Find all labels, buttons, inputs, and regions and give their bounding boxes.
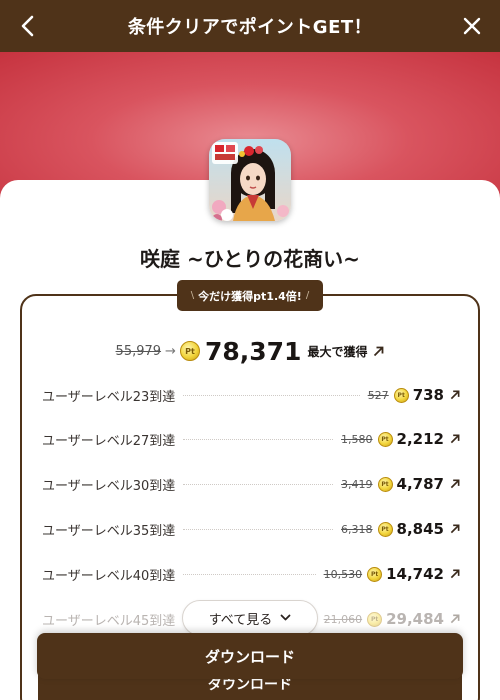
close-button[interactable] — [452, 6, 492, 46]
point-coin-icon: Pt — [367, 611, 383, 627]
flower-girl-icon — [209, 139, 291, 221]
point-coin-icon: Pt — [377, 521, 393, 537]
bonus-badge: \ 今だけ獲得pt1.4倍! / — [177, 280, 323, 311]
task-old-points: 3,419 — [341, 477, 373, 491]
task-label: ユーザーレベル40到達 — [42, 568, 176, 584]
task-old-points: 21,060 — [323, 612, 363, 626]
dotted-leader — [183, 573, 316, 575]
task-new-points: 14,742 — [386, 565, 444, 583]
task-new-points: 29,484 — [386, 610, 444, 628]
task-new-points: 2,212 — [396, 430, 444, 448]
header-bar: 条件クリアでポイントGET！ — [0, 0, 500, 52]
max-old-value: 55,979 — [115, 343, 162, 359]
max-reward-row[interactable]: 55,979 → Pt 78,371 最大で獲得 — [0, 336, 500, 366]
task-old-points: 527 — [367, 388, 389, 402]
back-button[interactable] — [8, 6, 48, 46]
task-label: ユーザーレベル27到達 — [42, 433, 176, 449]
task-new-points: 8,845 — [396, 520, 444, 538]
point-coin-icon: Pt — [179, 341, 200, 361]
badge-left-deco: \ — [190, 290, 195, 301]
point-coin-icon: Pt — [377, 476, 393, 492]
task-label: ユーザーレベル23到達 — [42, 389, 176, 405]
see-all-button[interactable]: すべて見る — [182, 600, 318, 636]
point-coin-icon: Pt — [367, 566, 383, 582]
app-icon — [209, 139, 291, 221]
chevron-left-icon — [21, 15, 34, 37]
download-button[interactable]: ダウンロード — [37, 633, 463, 679]
external-arrow-icon — [374, 346, 384, 356]
chevron-down-icon — [280, 614, 291, 621]
external-arrow-icon — [450, 524, 460, 534]
external-arrow-icon — [450, 434, 460, 444]
external-arrow-icon — [450, 479, 460, 489]
dotted-leader — [183, 394, 360, 396]
task-row[interactable]: ユーザーレベル23到達 527 Pt 738 — [42, 381, 460, 409]
point-coin-icon: Pt — [393, 387, 409, 403]
task-new-points: 738 — [412, 386, 444, 404]
task-row[interactable]: ユーザーレベル30到達 3,419 Pt 4,787 — [42, 470, 460, 498]
see-all-label: すべて見る — [208, 612, 273, 628]
external-arrow-icon — [450, 614, 460, 624]
dotted-leader — [183, 483, 334, 485]
dotted-leader — [183, 438, 334, 440]
task-old-points: 6,318 — [341, 522, 373, 536]
task-row[interactable]: ユーザーレベル27到達 1,580 Pt 2,212 — [42, 425, 460, 453]
external-arrow-icon — [450, 569, 460, 579]
download-label: ダウンロード — [204, 647, 295, 666]
app-title: 咲庭 ~ひとりの花商い~ — [140, 247, 360, 271]
task-label: ユーザーレベル45到達 — [42, 613, 176, 629]
dotted-leader — [183, 528, 334, 530]
close-icon — [463, 17, 481, 35]
header-title: 条件クリアでポイントGET！ — [127, 17, 373, 38]
task-row[interactable]: ユーザーレベル35到達 6,318 Pt 8,845 — [42, 515, 460, 543]
task-old-points: 1,580 — [341, 432, 373, 446]
badge-text: 今だけ獲得pt1.4倍! — [198, 289, 302, 303]
task-new-points: 4,787 — [396, 475, 444, 493]
task-label: ユーザーレベル30到達 — [42, 478, 176, 494]
point-coin-icon: Pt — [377, 431, 393, 447]
task-row[interactable]: ユーザーレベル40到達 10,530 Pt 14,742 — [42, 560, 460, 588]
badge-right-deco: / — [305, 290, 310, 301]
task-label: ユーザーレベル35到達 — [42, 523, 176, 539]
external-arrow-icon — [450, 390, 460, 400]
task-old-points: 10,530 — [323, 567, 363, 581]
max-label: 最大で獲得 — [307, 344, 368, 359]
max-new-value: 78,371 — [204, 336, 302, 366]
arrow-right-icon: → — [165, 343, 176, 359]
